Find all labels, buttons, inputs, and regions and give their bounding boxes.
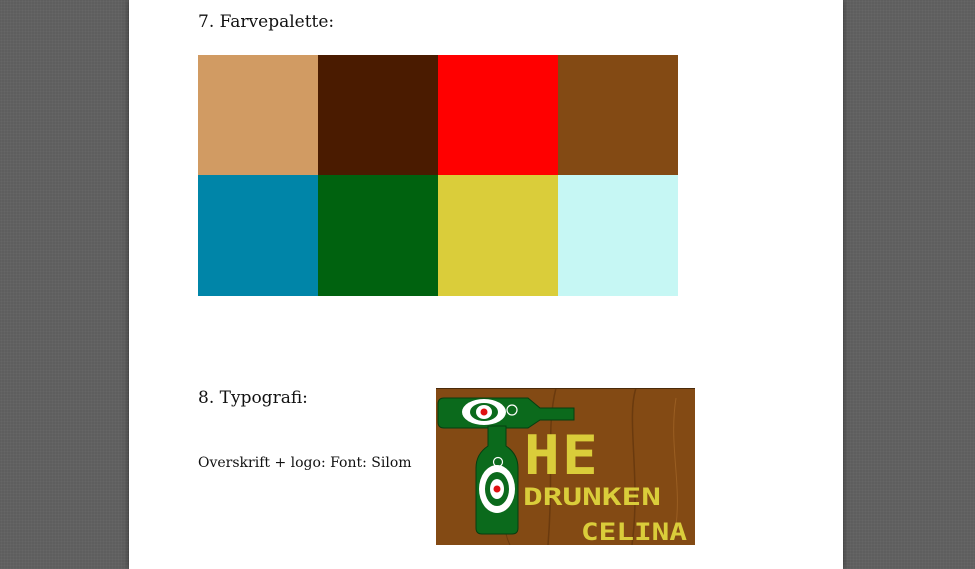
logo-artwork: HE DRUNKEN CELINA [436,387,695,546]
logo-text-drunken: DRUNKEN [523,483,661,511]
color-swatch [438,175,559,296]
color-palette [198,55,679,296]
font-description: Overskrift + logo: Font: Silom [198,455,412,471]
color-swatch [198,55,319,176]
color-swatch [318,175,439,296]
color-swatch [198,175,319,296]
color-swatch [318,55,439,176]
section-heading-typografi: 8. Typografi: [198,388,308,408]
document-page: 7. Farvepalette: 8. Typografi: Overskrif… [129,0,843,569]
color-swatch [558,175,679,296]
logo-text-he: HE [524,424,600,487]
section-heading-farvepalette: 7. Farvepalette: [198,12,335,32]
color-swatch [438,55,559,176]
color-swatch [558,55,679,176]
logo-text-celina: CELINA [581,518,688,545]
the-drunken-celina-logo: HE DRUNKEN CELINA [436,387,695,546]
